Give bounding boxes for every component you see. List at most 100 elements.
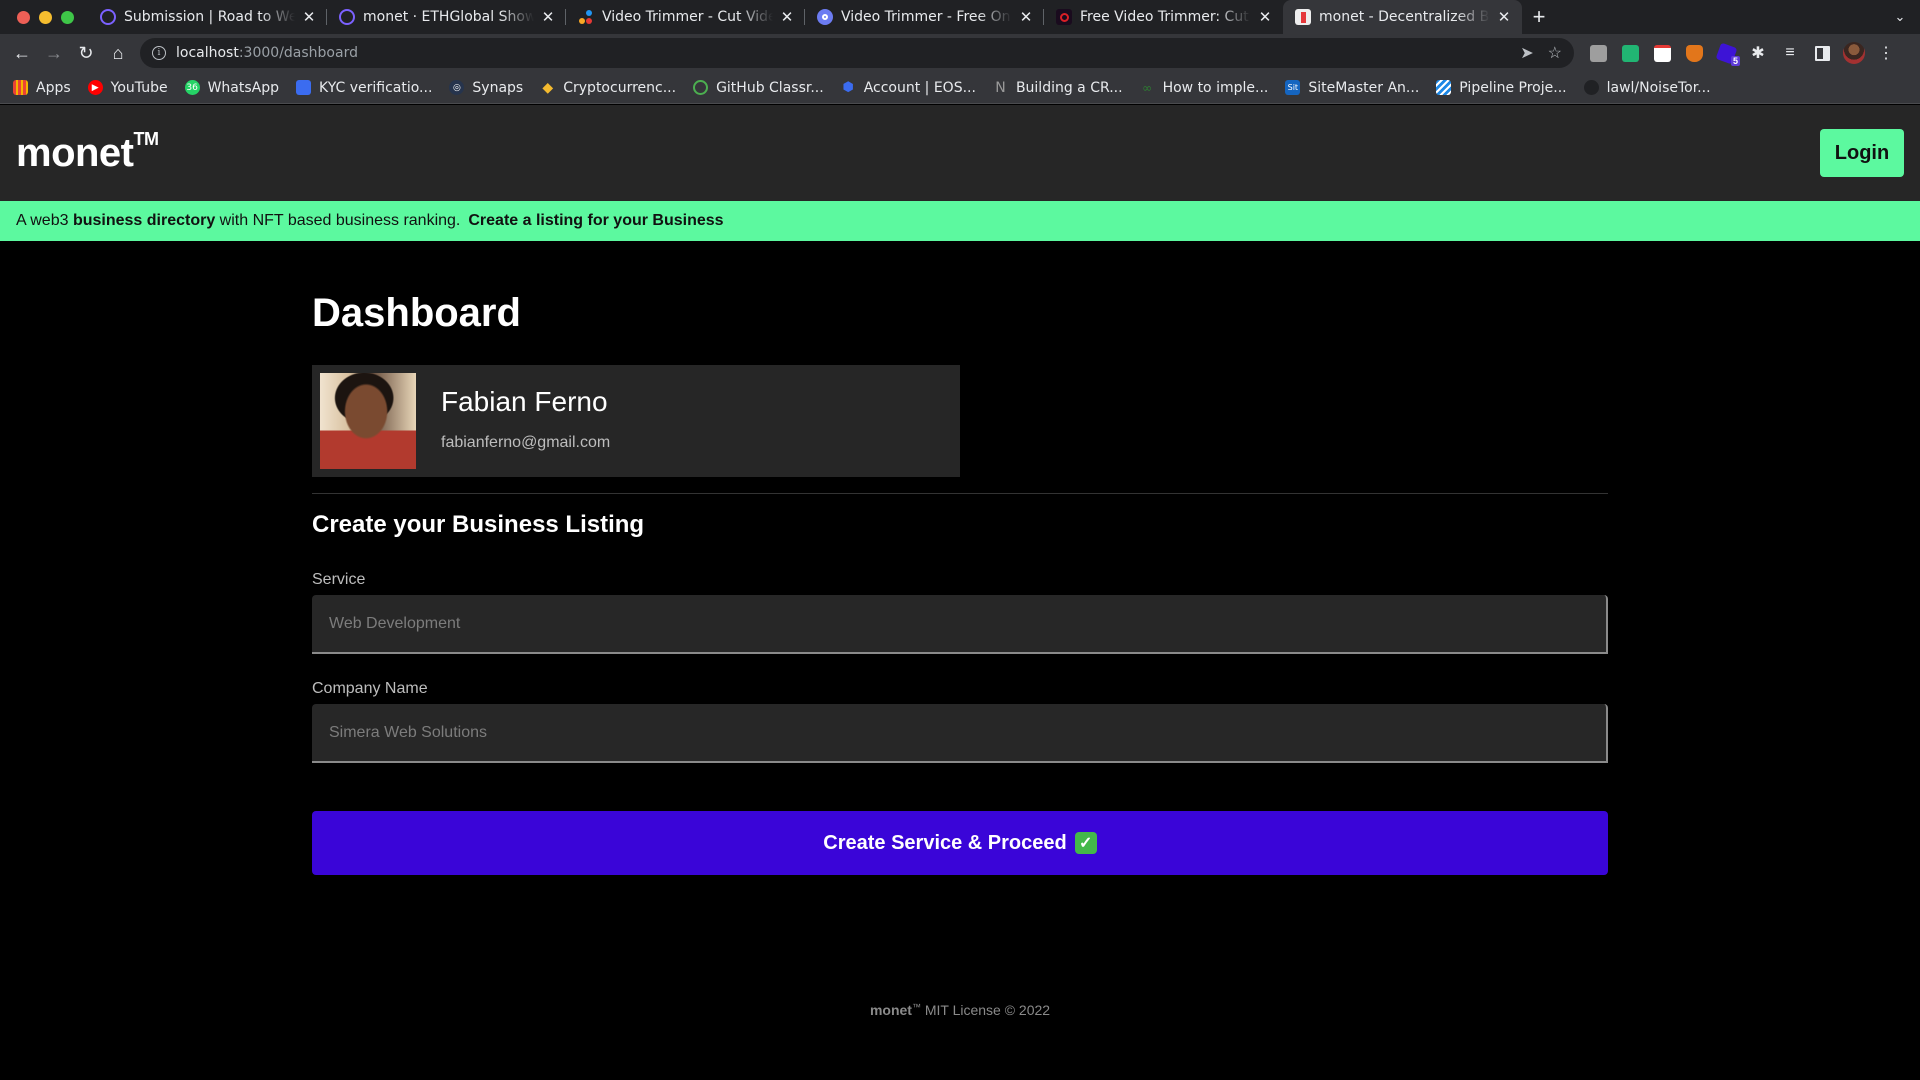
reload-icon[interactable]: ↻ bbox=[70, 37, 102, 69]
form-title: Create your Business Listing bbox=[312, 511, 645, 538]
close-tab-icon[interactable]: ✕ bbox=[1018, 8, 1034, 26]
tab-title: Video Trimmer - Cut Video bbox=[602, 9, 773, 25]
banner-prefix: A web3 bbox=[16, 212, 73, 229]
bookmark-label: GitHub Classr... bbox=[716, 79, 824, 96]
create-listing-link[interactable]: Create a listing for your Business bbox=[468, 212, 723, 230]
binance-icon: ◆ bbox=[542, 79, 554, 96]
user-name: Fabian Ferno bbox=[441, 386, 608, 417]
bookmark-crypto[interactable]: ◆ Cryptocurrenc... bbox=[540, 80, 676, 96]
footer-trademark: ™ bbox=[911, 1002, 921, 1012]
browser-tab-strip: Submission | Road to Web3 ✕ monet · ETHG… bbox=[0, 0, 1920, 34]
footer-license: MIT License © 2022 bbox=[920, 1002, 1051, 1018]
forward-arrow-icon[interactable]: → bbox=[38, 37, 70, 69]
close-tab-icon[interactable]: ✕ bbox=[540, 8, 556, 26]
bookmark-apps[interactable]: Apps bbox=[13, 80, 71, 96]
bookmark-synaps[interactable]: ◎ Synaps bbox=[449, 80, 523, 96]
site-logo[interactable]: monetTM bbox=[16, 129, 160, 176]
ext-purple-icon[interactable]: 5 bbox=[1710, 37, 1742, 69]
submit-label: Create Service & Proceed bbox=[823, 831, 1067, 854]
address-url[interactable]: localhost:3000/dashboard bbox=[176, 45, 1506, 61]
tab-search-chevron-icon[interactable]: ⌄ bbox=[1880, 0, 1920, 34]
browser-tab-active[interactable]: monet - Decentralized Business ✕ bbox=[1283, 0, 1522, 34]
bookmark-label: How to imple... bbox=[1162, 79, 1269, 96]
browser-tab[interactable]: Submission | Road to Web3 ✕ bbox=[88, 0, 327, 34]
star-icon[interactable]: ☆ bbox=[1548, 43, 1562, 63]
bookmark-whatsapp[interactable]: 36 WhatsApp bbox=[184, 80, 279, 96]
ext-gray-icon[interactable] bbox=[1582, 37, 1614, 69]
company-name-input[interactable] bbox=[312, 704, 1608, 763]
dots-icon bbox=[578, 9, 594, 25]
bookmark-how-to[interactable]: ∞ How to imple... bbox=[1140, 79, 1269, 96]
fingerprint-icon: ◎ bbox=[449, 80, 465, 95]
window-controls bbox=[0, 0, 88, 34]
trademark: TM bbox=[133, 129, 160, 150]
address-bar[interactable]: i localhost:3000/dashboard ➤ ☆ bbox=[140, 38, 1574, 68]
profile-avatar-icon[interactable] bbox=[1838, 37, 1870, 69]
github-icon bbox=[1583, 80, 1599, 95]
browser-tab[interactable]: Video Trimmer - Free Online ✕ bbox=[805, 0, 1044, 34]
pipeline-icon bbox=[1436, 80, 1452, 95]
ethglobal-icon bbox=[100, 9, 116, 25]
apps-grid-icon bbox=[13, 80, 28, 95]
github-icon bbox=[693, 80, 709, 95]
profile-info: Fabian Ferno fabianferno@gmail.com bbox=[441, 386, 611, 452]
media-queue-icon[interactable]: ≡ bbox=[1774, 37, 1806, 69]
medium-icon: N bbox=[995, 79, 1006, 96]
home-icon[interactable]: ⌂ bbox=[102, 37, 134, 69]
tab-title: monet · ETHGlobal Showcase bbox=[363, 9, 534, 25]
close-tab-icon[interactable]: ✕ bbox=[1257, 8, 1273, 26]
tab-title: Submission | Road to Web3 bbox=[124, 9, 295, 25]
close-tab-icon[interactable]: ✕ bbox=[301, 8, 317, 26]
bookmark-eos[interactable]: ⬢ Account | EOS... bbox=[841, 80, 976, 96]
bookmark-label: Pipeline Proje... bbox=[1459, 79, 1567, 96]
close-tab-icon[interactable]: ✕ bbox=[779, 8, 795, 26]
bookmark-label: Synaps bbox=[472, 79, 524, 96]
bookmark-icon bbox=[1295, 9, 1311, 25]
minimize-window-button[interactable] bbox=[39, 10, 52, 24]
banner-suffix: with NFT based business ranking. bbox=[215, 212, 461, 229]
tab-title: monet - Decentralized Business bbox=[1319, 9, 1490, 25]
profile-card: Fabian Ferno fabianferno@gmail.com bbox=[312, 365, 960, 477]
web-page: monetTM Login A web3 business directory … bbox=[0, 105, 1920, 1080]
close-tab-icon[interactable]: ✕ bbox=[1496, 8, 1512, 26]
browser-tab[interactable]: Video Trimmer - Cut Video ✕ bbox=[566, 0, 805, 34]
divider bbox=[312, 493, 1608, 494]
bookmark-sitemaster[interactable]: Sit SiteMaster An... bbox=[1285, 80, 1419, 96]
browser-tab[interactable]: monet · ETHGlobal Showcase ✕ bbox=[327, 0, 566, 34]
metamask-icon[interactable] bbox=[1678, 37, 1710, 69]
dashboard-content: Dashboard Fabian Ferno fabianferno@gmail… bbox=[312, 291, 1608, 875]
bookmark-label: Cryptocurrenc... bbox=[563, 79, 677, 96]
maximize-window-button[interactable] bbox=[61, 10, 74, 24]
bookmark-noisetorch[interactable]: lawl/NoiseTor... bbox=[1583, 80, 1711, 96]
user-email: fabianferno@gmail.com bbox=[441, 434, 611, 451]
close-window-button[interactable] bbox=[17, 10, 30, 24]
ethglobal-icon bbox=[339, 9, 355, 25]
bookmark-label: Account | EOS... bbox=[863, 79, 976, 96]
bookmark-building[interactable]: N Building a CR... bbox=[993, 79, 1122, 96]
extension-badge: 5 bbox=[1730, 56, 1740, 66]
back-arrow-icon[interactable]: ← bbox=[6, 37, 38, 69]
youtube-icon: ▶ bbox=[87, 80, 103, 95]
kebab-menu-icon[interactable]: ⋮ bbox=[1870, 37, 1902, 69]
bookmark-youtube[interactable]: ▶ YouTube bbox=[87, 80, 168, 96]
bookmark-pipeline[interactable]: Pipeline Proje... bbox=[1436, 79, 1567, 96]
bookmark-kyc[interactable]: KYC verificatio... bbox=[296, 80, 432, 96]
circle-icon bbox=[817, 9, 833, 25]
ext-bitmoji-icon[interactable] bbox=[1614, 37, 1646, 69]
company-name-label: Company Name bbox=[312, 680, 428, 697]
side-panel-icon[interactable] bbox=[1806, 37, 1838, 69]
ext-white-icon[interactable] bbox=[1646, 37, 1678, 69]
new-tab-button[interactable]: + bbox=[1522, 0, 1556, 34]
eos-icon: ⬢ bbox=[842, 80, 854, 95]
create-service-button[interactable]: Create Service & Proceed ✓ bbox=[312, 811, 1608, 875]
puzzle-extensions-icon[interactable]: ✱ bbox=[1742, 37, 1774, 69]
sitemaster-icon: Sit bbox=[1285, 80, 1301, 95]
login-button[interactable]: Login bbox=[1820, 129, 1904, 177]
site-info-icon[interactable]: i bbox=[152, 46, 166, 60]
send-icon[interactable]: ➤ bbox=[1520, 43, 1533, 63]
footer-brand: monet bbox=[869, 1002, 912, 1018]
bookmark-github-classroom[interactable]: GitHub Classr... bbox=[693, 80, 824, 96]
browser-tab[interactable]: Free Video Trimmer: Cut Video ✕ bbox=[1044, 0, 1283, 34]
service-input[interactable] bbox=[312, 595, 1608, 654]
whatsapp-icon: 36 bbox=[184, 80, 200, 95]
